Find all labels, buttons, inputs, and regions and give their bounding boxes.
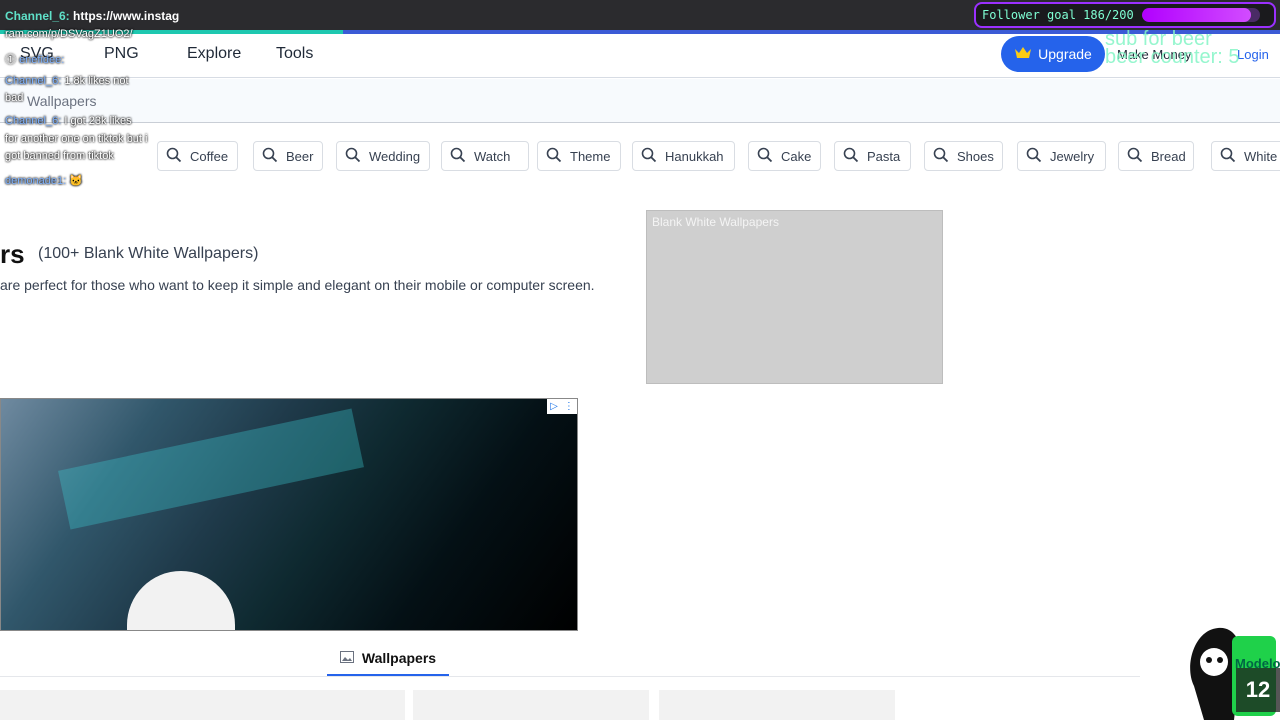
tag-chip-label: Wedding	[369, 148, 421, 164]
follower-goal-label: Follower goal 186/200	[982, 8, 1134, 22]
nav-tools-link[interactable]: Tools	[276, 45, 313, 63]
search-icon	[757, 147, 773, 166]
tag-chip-pasta[interactable]: Pasta	[834, 141, 911, 171]
follower-goal-widget: Follower goal 186/200	[974, 2, 1276, 28]
tag-chip-shoes[interactable]: Shoes	[924, 141, 1003, 171]
tag-chip-hanukkah[interactable]: Hanukkah	[632, 141, 735, 171]
search-icon	[345, 147, 361, 166]
chat-header-text: https://www.instag	[69, 9, 180, 23]
tab-wallpapers-label: Wallpapers	[361, 649, 437, 666]
chat-url-tail: ram.com/p/DSVagZ1UO2/	[5, 28, 133, 40]
beer-overlay-line2: beer counter: 5	[1105, 46, 1240, 68]
chat-user-2: Channel_6:	[5, 75, 62, 87]
chat-message-4: demonade1: 🐱	[5, 174, 83, 187]
tag-chip-wedding[interactable]: Wedding	[336, 141, 430, 171]
tag-chip-label: White	[1244, 148, 1278, 164]
video-ad[interactable]: ▷ ⋮	[0, 398, 578, 631]
search-icon	[450, 147, 466, 166]
chat-user-3: Channel_6:	[5, 115, 62, 127]
tag-chip-label: Jewelry	[1050, 148, 1095, 164]
stream-top-bar: Channel_6: https://www.instag Follower g…	[0, 0, 1280, 30]
chat-header-user: Channel_6:	[5, 9, 70, 23]
tag-chip-label: Theme	[570, 148, 611, 164]
search-bar[interactable]: Wallpapers	[0, 79, 1280, 123]
search-icon	[546, 147, 562, 166]
tag-chip-jewelry[interactable]: Jewelry	[1017, 141, 1106, 171]
nav-explore-link[interactable]: Explore	[187, 45, 241, 63]
chat-text-3: I got 23k likes	[61, 115, 132, 127]
tag-chip-cake[interactable]: Cake	[748, 141, 821, 171]
chat-cont-3b: got banned from tiktok	[5, 150, 114, 162]
image-icon	[339, 650, 354, 666]
follower-goal-bar-fill	[1141, 8, 1252, 22]
tab-wallpapers[interactable]: Wallpapers	[327, 641, 449, 676]
search-icon	[843, 147, 859, 166]
search-input[interactable]: Wallpapers	[27, 93, 97, 109]
tag-chip-watch[interactable]: Watch	[441, 141, 529, 171]
tag-chip-label: Pasta	[867, 148, 901, 164]
ad-light-streak	[58, 408, 364, 530]
preview-caption: Blank White Wallpapers	[652, 215, 779, 229]
search-icon	[641, 147, 657, 166]
tag-chip-white[interactable]: White	[1211, 141, 1280, 171]
tag-chip-label: Coffee	[190, 148, 229, 164]
wallpaper-thumb-1[interactable]	[0, 690, 405, 720]
chat-text-2: 1.8k likes not	[61, 75, 129, 87]
tag-chip-coffee[interactable]: Coffee	[157, 141, 238, 171]
login-link[interactable]: Login	[1237, 47, 1269, 62]
tag-chip-label: Watch	[474, 148, 511, 164]
wallpaper-thumb-3[interactable]	[659, 690, 895, 720]
tag-chip-label: Bread	[1151, 148, 1186, 164]
ad-helmet-image	[127, 571, 235, 630]
follower-goal-bar	[1141, 8, 1260, 22]
search-icon	[1026, 147, 1042, 166]
chat-message-2: Channel_6: 1.8k likes not	[5, 75, 129, 87]
cat-emote-icon: 🐱	[69, 175, 83, 187]
search-icon	[1220, 147, 1236, 166]
tag-chip-label: Shoes	[957, 148, 994, 164]
upgrade-button[interactable]: Upgrade	[1001, 36, 1105, 72]
tab-divider	[0, 676, 1140, 677]
tag-chip-label: Hanukkah	[665, 148, 724, 164]
upgrade-label: Upgrade	[1038, 46, 1092, 62]
chat-header-message: Channel_6: https://www.instag	[5, 9, 179, 23]
search-icon	[933, 147, 949, 166]
tag-chip-beer[interactable]: Beer	[253, 141, 323, 171]
page-title: rs	[0, 239, 25, 269]
beer-overlay-text: sub for beer beer counter: 5	[1105, 29, 1240, 68]
tag-chip-bread[interactable]: Bread	[1118, 141, 1194, 171]
chat-message-3: Channel_6: I got 23k likes	[5, 115, 132, 127]
chat-user-4: demonade1:	[5, 175, 67, 187]
site-navbar: SVG PNG Explore Tools Upgrade Make Money…	[0, 34, 1280, 78]
tag-chip-label: Cake	[781, 148, 812, 164]
chat-cont-2: bad	[5, 92, 24, 104]
wallpaper-thumb-2[interactable]	[413, 690, 649, 720]
search-icon	[166, 147, 182, 166]
chat-badge-icon: ⓵	[5, 54, 16, 66]
search-icon	[262, 147, 278, 166]
chat-message-1: ⓵ enefidee:	[5, 51, 64, 67]
chat-cont-3a: for another one on tiktok but i	[5, 133, 148, 145]
tag-chip-theme[interactable]: Theme	[537, 141, 621, 171]
chat-user-1: enefidee:	[19, 54, 65, 66]
crown-icon	[1014, 46, 1032, 63]
beer-counter-badge: 12	[1236, 668, 1280, 712]
search-icon	[1127, 147, 1143, 166]
page-description: are perfect for those who want to keep i…	[0, 277, 595, 293]
nav-png-link[interactable]: PNG	[104, 45, 139, 63]
page-subtitle: (100+ Blank White Wallpapers)	[38, 245, 259, 262]
adchoices-icon[interactable]: ▷ ⋮	[547, 399, 577, 414]
preview-image[interactable]: Blank White Wallpapers	[646, 210, 943, 384]
tag-chip-label: Beer	[286, 148, 314, 164]
